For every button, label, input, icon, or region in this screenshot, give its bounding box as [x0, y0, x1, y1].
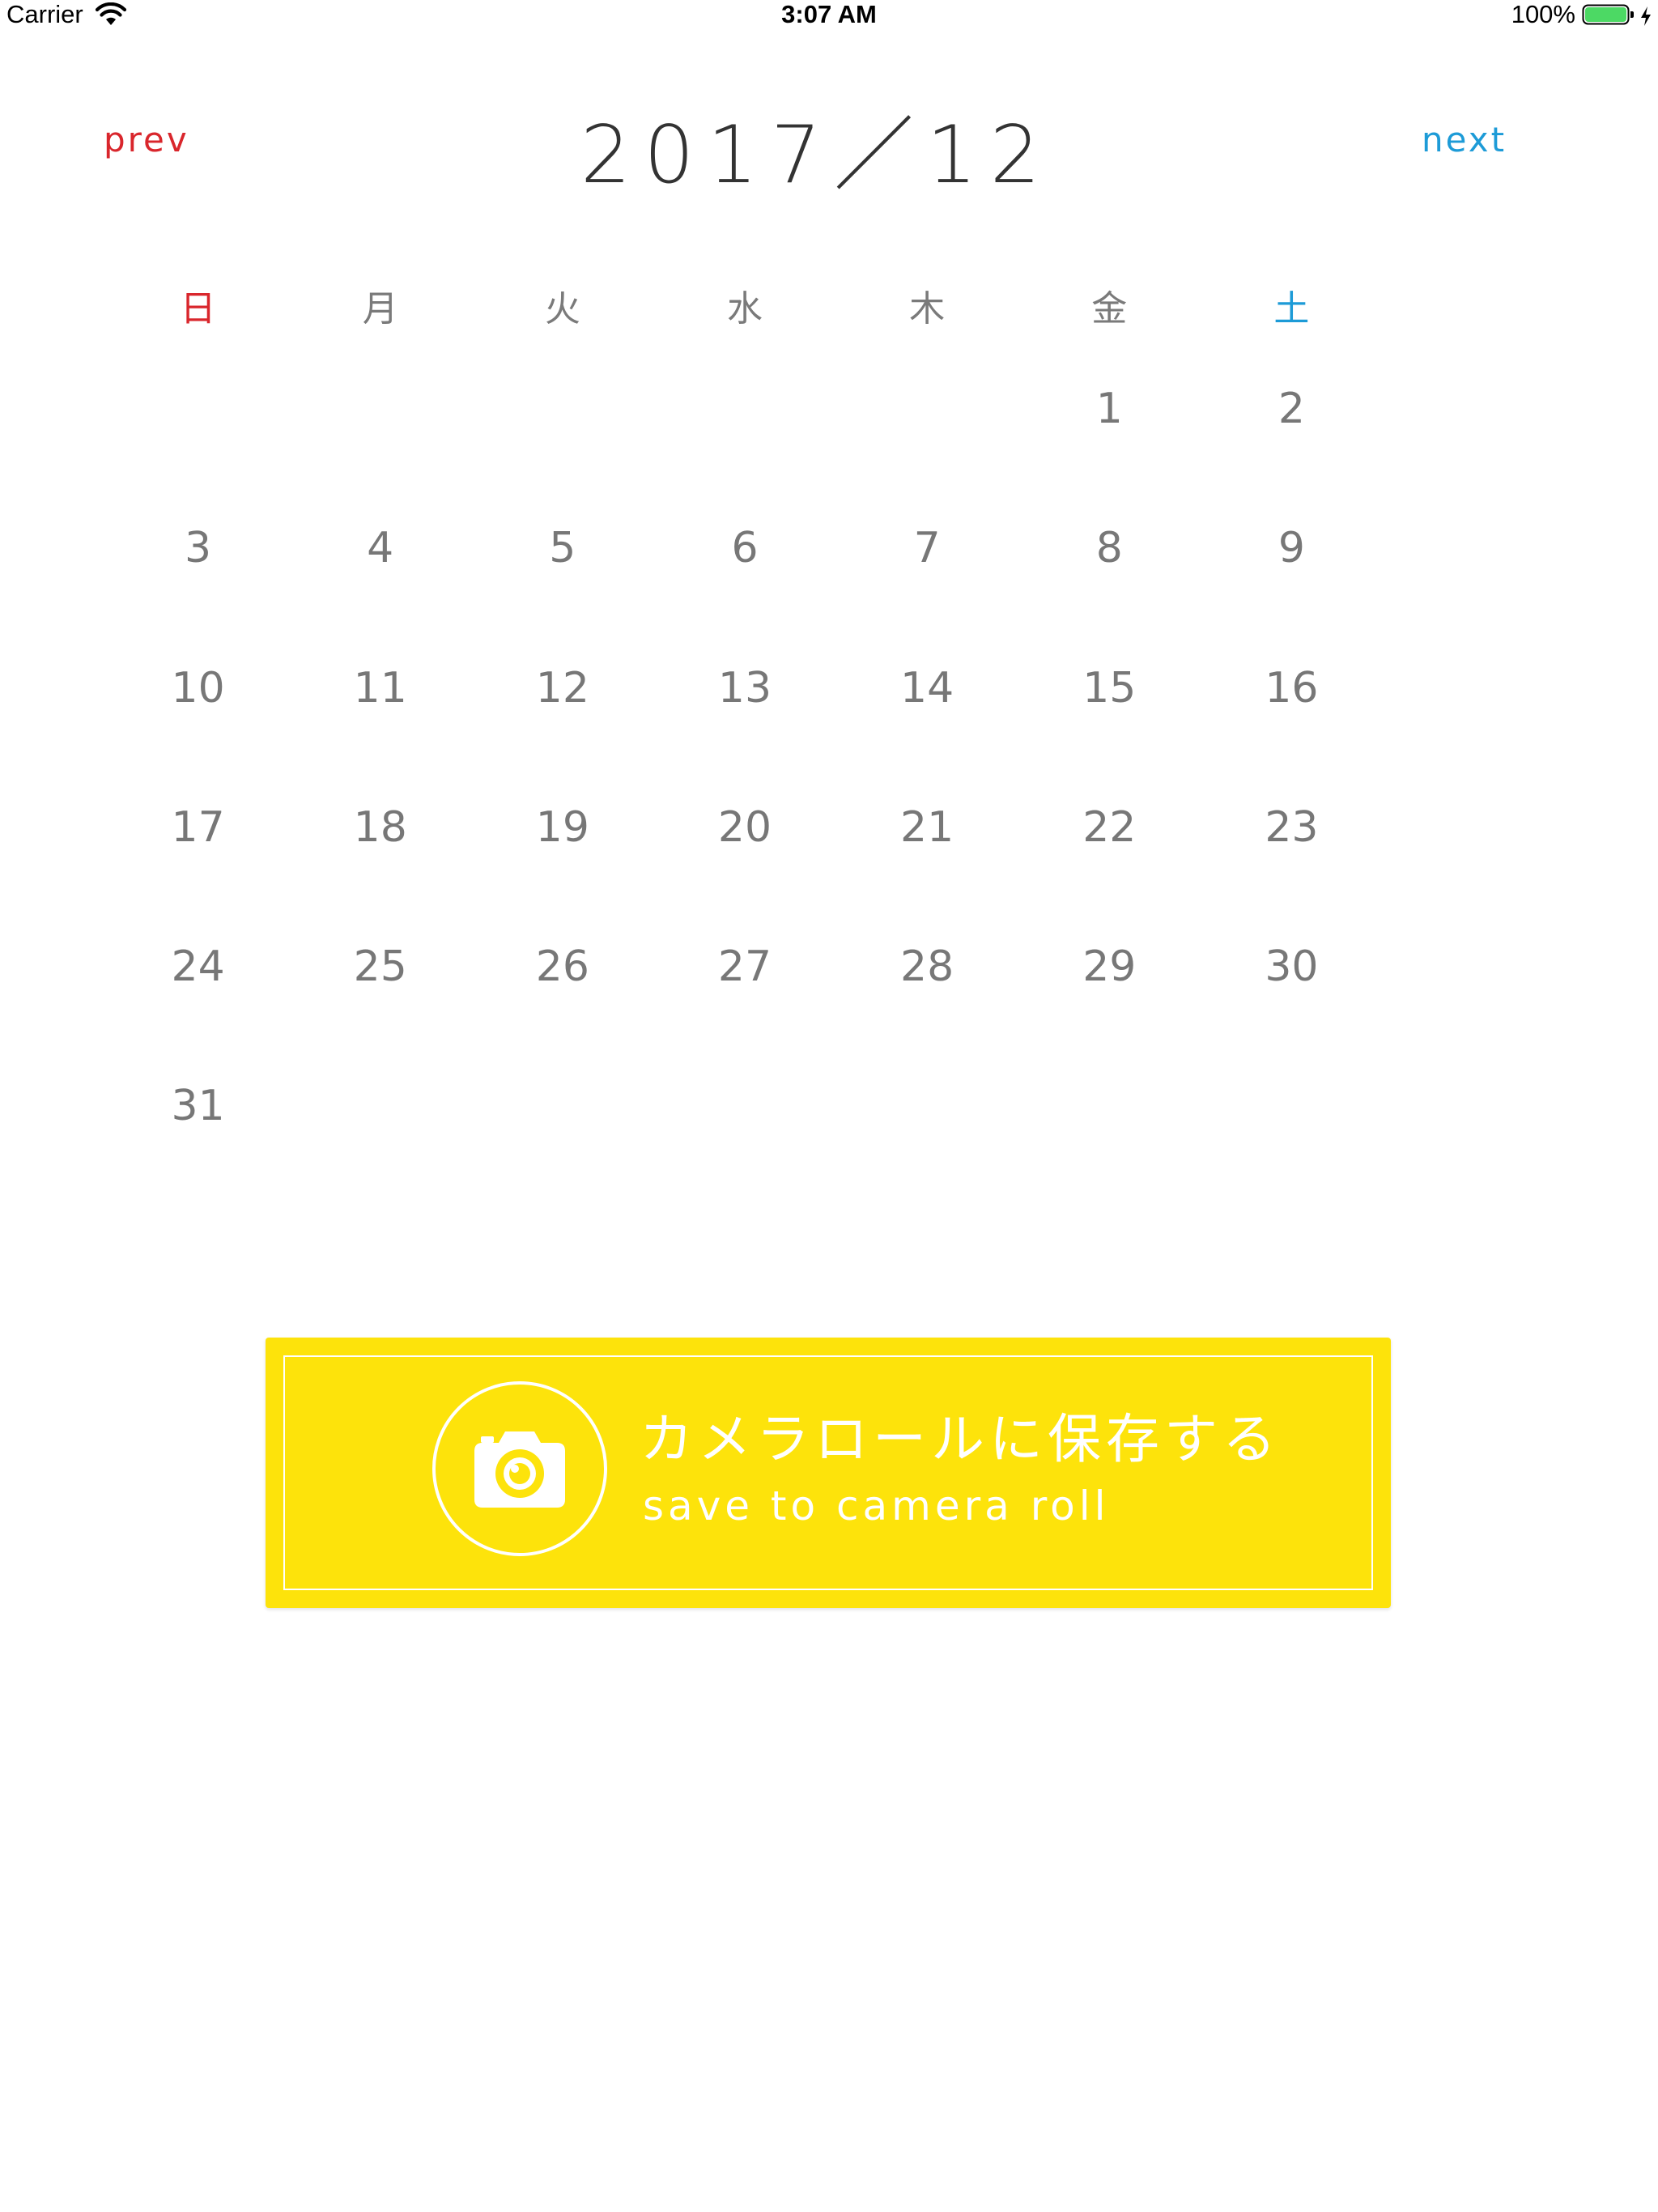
weekday-friday: 金: [1091, 288, 1128, 330]
day-cell: 6: [731, 524, 759, 572]
day-cell: [1201, 1078, 1383, 1134]
battery-icon: [1582, 2, 1635, 27]
next-month-button[interactable]: next: [1422, 120, 1507, 160]
day-cell: 25: [353, 942, 407, 991]
day-cell: 26: [535, 942, 589, 991]
day-cell: 13: [717, 664, 772, 713]
day-cell: 3: [185, 524, 212, 572]
day-cell: 20: [717, 803, 772, 852]
day-cell: [471, 1078, 653, 1134]
day-cell: [653, 381, 835, 437]
day-cell: 10: [171, 664, 225, 713]
day-cell: 15: [1082, 664, 1137, 713]
weekday-header: 日 月 火 水 木 金 土: [107, 285, 1383, 334]
camera-icon: [470, 1425, 570, 1512]
month-title: 2017／12: [580, 109, 1054, 202]
week-row: 24 25 26 27 28 29 30: [107, 938, 1383, 995]
day-cell: 28: [900, 942, 954, 991]
charging-bolt-icon: [1640, 4, 1652, 26]
weekday-saturday: 土: [1273, 288, 1310, 330]
day-cell: 7: [913, 524, 941, 572]
status-bar: Carrier 3:07 AM 100%: [0, 0, 1658, 32]
day-cell: 11: [353, 664, 407, 713]
day-cell: 31: [171, 1082, 225, 1130]
battery-percent: 100%: [1511, 0, 1575, 28]
day-cell: 18: [353, 803, 407, 852]
day-cell: 14: [900, 664, 954, 713]
day-cell: 5: [549, 524, 576, 572]
save-button-label-en: save to camera roll: [643, 1482, 1110, 1529]
day-cell: 16: [1265, 664, 1319, 713]
day-cell: 22: [1082, 803, 1137, 852]
day-cell: 1: [1095, 385, 1123, 433]
weekday-tuesday: 火: [544, 288, 580, 330]
weekday-thursday: 木: [909, 288, 946, 330]
day-cell: 4: [367, 524, 394, 572]
day-cell: [289, 1078, 471, 1134]
day-cell: 2: [1278, 385, 1305, 433]
week-row: 31: [107, 1078, 1383, 1134]
week-row: 10 11 12 13 14 15 16: [107, 660, 1383, 717]
week-row: 1 2: [107, 381, 1383, 437]
day-cell: 21: [900, 803, 954, 852]
week-row: 17 18 19 20 21 22 23: [107, 799, 1383, 856]
day-cell: 8: [1095, 524, 1123, 572]
day-cell: [653, 1078, 835, 1134]
day-cell: 23: [1265, 803, 1319, 852]
day-cell: [471, 381, 653, 437]
day-cell: [1018, 1078, 1201, 1134]
weekday-wednesday: 水: [726, 288, 763, 330]
week-row: 3 4 5 6 7 8 9: [107, 520, 1383, 576]
day-cell: 29: [1082, 942, 1137, 991]
battery-group: 100%: [1511, 0, 1652, 29]
day-cell: [836, 1078, 1018, 1134]
save-button-label-jp: カメラロールに保存する: [640, 1408, 1281, 1470]
day-cell: 24: [171, 942, 225, 991]
status-time: 3:07 AM: [781, 0, 877, 28]
weekday-sunday: 日: [180, 288, 216, 330]
day-cell: 27: [717, 942, 772, 991]
weekday-monday: 月: [362, 288, 398, 330]
day-cell: 19: [535, 803, 589, 852]
day-cell: 30: [1265, 942, 1319, 991]
day-cell: 17: [171, 803, 225, 852]
day-cell: 9: [1278, 524, 1305, 572]
day-cell: [836, 381, 1018, 437]
day-cell: 12: [535, 664, 589, 713]
day-cell: [107, 381, 289, 437]
day-cell: [289, 381, 471, 437]
